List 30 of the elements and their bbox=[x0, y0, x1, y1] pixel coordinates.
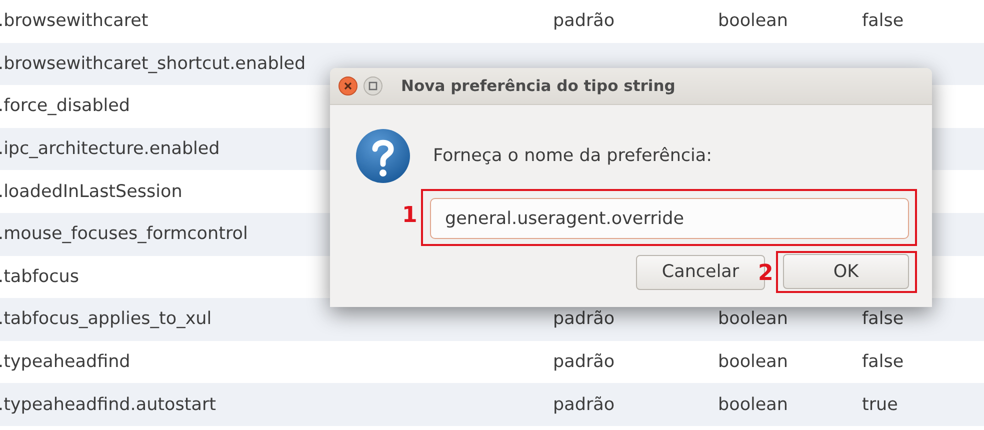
preference-name: .tabfocus bbox=[0, 266, 79, 287]
type-cell: boolean bbox=[718, 11, 788, 32]
value-cell: false bbox=[862, 309, 904, 330]
question-icon bbox=[355, 128, 411, 184]
status-cell: padrão bbox=[553, 309, 615, 330]
type-cell: boolean bbox=[718, 309, 788, 330]
window-title: Nova preferência do tipo string bbox=[401, 77, 676, 95]
preference-name: .browsewithcaret bbox=[0, 11, 148, 32]
preference-name: .ipc_architecture.enabled bbox=[0, 139, 220, 160]
input-field[interactable]: general.useragent.override bbox=[430, 198, 909, 239]
preference-name: .force_disabled bbox=[0, 96, 130, 116]
status-cell: padrão bbox=[553, 352, 615, 372]
value-cell: false bbox=[862, 11, 904, 32]
step-number: 1 bbox=[402, 203, 418, 228]
prompt-text: Forneça o nome da preferência: bbox=[433, 146, 712, 166]
preference-name: .tabfocus_applies_to_xul bbox=[0, 309, 212, 330]
preference-name: .typeaheadfind.autostart bbox=[0, 394, 216, 415]
preference-name: .mouse_focuses_formcontrol bbox=[0, 224, 248, 244]
preference-name: .browsewithcaret_shortcut.enabled bbox=[0, 54, 306, 74]
value-cell: false bbox=[862, 352, 904, 372]
preference-name: .typeaheadfind bbox=[0, 352, 130, 372]
status-cell: padrão bbox=[553, 394, 615, 415]
value-cell: true bbox=[862, 394, 898, 415]
close-icon[interactable] bbox=[338, 76, 358, 96]
ok-button[interactable]: OK bbox=[783, 254, 909, 289]
type-cell: boolean bbox=[718, 352, 788, 372]
status-cell: padrão bbox=[553, 11, 615, 32]
preference-name: .loadedInLastSession bbox=[0, 182, 182, 202]
maximize-icon[interactable] bbox=[363, 76, 383, 96]
type-cell: boolean bbox=[718, 394, 788, 415]
